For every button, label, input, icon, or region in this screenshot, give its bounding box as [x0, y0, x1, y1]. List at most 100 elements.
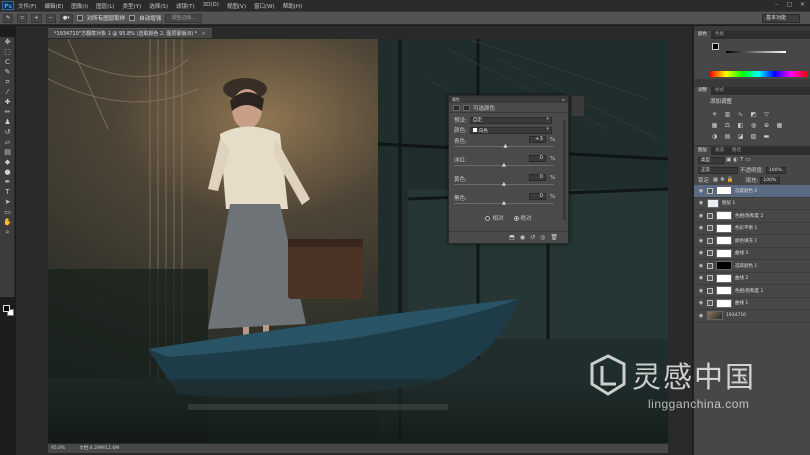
curves-icon[interactable]: ∿	[736, 111, 745, 119]
tab-paths[interactable]: 路径	[728, 147, 745, 155]
filter-adjust-icon[interactable]: ◐	[733, 157, 738, 163]
channel-mixer-icon[interactable]: ⊕	[762, 122, 771, 130]
layer-row[interactable]: ◉ 色相/饱和度 2	[694, 210, 810, 223]
eyedropper-tool-icon[interactable]: ⁄	[2, 88, 13, 97]
filter-pixel-icon[interactable]: ▣	[726, 157, 731, 163]
slider-value-field[interactable]: 0	[529, 155, 546, 162]
quick-selection-tool-icon[interactable]: ✎	[3, 13, 14, 23]
visibility-eye-icon[interactable]: ◉	[698, 200, 704, 206]
tab-adjustments[interactable]: 调整	[694, 87, 711, 95]
lock-pixels-icon[interactable]: ▦	[713, 177, 718, 183]
clone-stamp-icon[interactable]: ♟	[2, 118, 13, 127]
tab-channels[interactable]: 通道	[711, 147, 728, 155]
zoom-level[interactable]: 95.8%	[51, 444, 65, 453]
menu-item[interactable]: 图像(I)	[67, 2, 92, 10]
visibility-eye-icon[interactable]: ◉	[698, 263, 704, 269]
move-tool-icon[interactable]: ✥	[2, 38, 13, 47]
color-swatch-preview[interactable]	[712, 43, 719, 50]
dodge-tool-icon[interactable]: ●	[2, 168, 13, 177]
layer-row[interactable]: ◉ 色相/饱和度 1	[694, 285, 810, 298]
tab-layers[interactable]: 图层	[694, 147, 711, 155]
menu-item[interactable]: 窗口(W)	[250, 2, 279, 10]
brightness-icon[interactable]: ☀	[710, 111, 719, 119]
layer-kind-select[interactable]: 类型	[698, 156, 724, 164]
color-swatches[interactable]	[3, 305, 14, 316]
menu-item[interactable]: 选择(S)	[145, 2, 172, 10]
close-tab-icon[interactable]: ×	[201, 31, 205, 37]
color-slider[interactable]	[726, 51, 786, 53]
color-spectrum[interactable]	[710, 71, 807, 77]
menu-item[interactable]: 3D(D)	[199, 2, 223, 10]
workspace-select[interactable]: 基本功能	[762, 14, 800, 23]
add-selection-icon[interactable]: +	[31, 13, 42, 23]
slider-thumb[interactable]: ▲	[502, 200, 506, 206]
layer-row[interactable]: ◉ 选取颜色 2	[694, 185, 810, 198]
layer-row[interactable]: ◉ 曲线 1	[694, 298, 810, 310]
black-white-icon[interactable]: ◧	[736, 122, 745, 130]
layer-row[interactable]: ◉ 图层 1	[694, 198, 810, 210]
layer-mask-thumbnail[interactable]	[716, 248, 732, 258]
levels-icon[interactable]: ▥	[723, 111, 732, 119]
minimize-icon[interactable]: –	[772, 1, 781, 9]
relative-radio-dot[interactable]	[485, 215, 491, 221]
menu-item[interactable]: 编辑(E)	[40, 2, 67, 10]
menu-item[interactable]: 帮助(H)	[279, 2, 306, 10]
visibility-eye-icon[interactable]: ◉	[698, 250, 704, 256]
color-balance-icon[interactable]: ⚖	[723, 122, 732, 130]
layer-mask-thumbnail[interactable]	[716, 186, 732, 196]
properties-header[interactable]: 属性 ≡	[449, 96, 568, 103]
hand-tool-icon[interactable]: ✋	[2, 218, 13, 227]
slider-value-field[interactable]: +3	[529, 136, 546, 143]
view-previous-icon[interactable]: ◉	[520, 234, 525, 241]
slider-thumb[interactable]: ▲	[502, 162, 506, 168]
lasso-tool-icon[interactable]: ᑕ	[2, 58, 13, 67]
menu-item[interactable]: 文件(F)	[14, 2, 40, 10]
layer-mask-thumbnail[interactable]	[716, 261, 732, 271]
zoom-tool-icon[interactable]: ⌕	[2, 228, 13, 237]
visibility-eye-icon[interactable]: ◉	[698, 300, 704, 306]
layer-row[interactable]: ◉ 曲线 2	[694, 273, 810, 285]
layer-mask-thumbnail[interactable]	[716, 236, 732, 246]
layer-row[interactable]: ◉ 色彩平衡 1	[694, 223, 810, 235]
visibility-eye-icon[interactable]: ◉	[698, 213, 704, 219]
quick-selection-tool-icon[interactable]: ✎	[2, 68, 13, 77]
menu-item[interactable]: 视图(V)	[223, 2, 250, 10]
auto-enhance-checkbox[interactable]	[129, 15, 136, 21]
gradient-tool-icon[interactable]: ▤	[2, 148, 13, 157]
properties-side-dock[interactable]	[571, 95, 585, 117]
relative-radio[interactable]: 相对	[485, 214, 504, 222]
slider-thumb[interactable]: ▲	[504, 143, 508, 149]
delete-icon[interactable]: 🗑	[550, 234, 558, 241]
layer-mask-thumbnail[interactable]	[716, 298, 732, 308]
menu-item[interactable]: 图层(L)	[92, 2, 118, 10]
photo-filter-icon[interactable]: ◍	[749, 122, 758, 130]
lock-position-icon[interactable]: ✥	[720, 177, 725, 183]
hue-saturation-icon[interactable]: ▦	[710, 122, 719, 130]
clip-to-layer-icon[interactable]: ⬒	[509, 234, 515, 241]
lock-all-icon[interactable]: 🔒	[727, 177, 734, 183]
gradient-map-icon[interactable]: ▬	[762, 133, 771, 141]
pen-tool-icon[interactable]: ✒	[2, 178, 13, 187]
mask-icon[interactable]	[463, 104, 470, 111]
reset-icon[interactable]: ↺	[530, 234, 535, 241]
slider-value-field[interactable]: 0	[529, 174, 546, 181]
tab-color[interactable]: 颜色	[694, 31, 711, 39]
absolute-radio[interactable]: 绝对	[513, 214, 532, 222]
visibility-eye-icon[interactable]: ◉	[698, 288, 704, 294]
visibility-eye-icon[interactable]: ◉	[698, 275, 704, 281]
menu-item[interactable]: 滤镜(T)	[172, 2, 199, 10]
visibility-eye-icon[interactable]: ◉	[698, 238, 704, 244]
healing-brush-icon[interactable]: ✚	[2, 98, 13, 107]
subtract-selection-icon[interactable]: −	[45, 13, 56, 23]
layer-mask-thumbnail[interactable]	[716, 223, 732, 233]
brush-size-icon[interactable]: ●▾	[59, 13, 73, 23]
selective-color-icon[interactable]: ▧	[749, 133, 758, 141]
slider-value-field[interactable]: 0	[529, 193, 546, 200]
history-brush-icon[interactable]: ↺	[2, 128, 13, 137]
sample-all-layers-checkbox[interactable]	[76, 15, 83, 21]
visibility-eye-icon[interactable]: ◉	[698, 188, 704, 194]
layer-thumbnail[interactable]	[707, 198, 719, 208]
refine-edge-button[interactable]: 调整边缘...	[165, 13, 202, 23]
visibility-icon[interactable]: ◎	[540, 234, 545, 241]
fill-field[interactable]: 100%	[760, 176, 781, 184]
